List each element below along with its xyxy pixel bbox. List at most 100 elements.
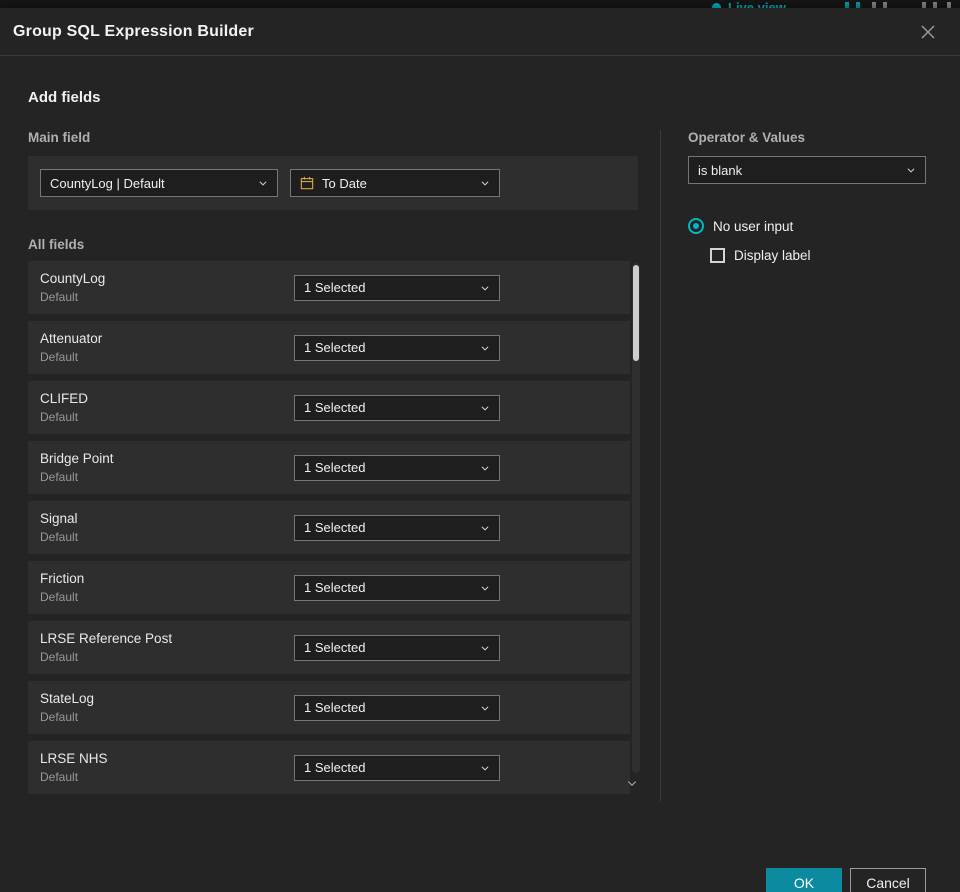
dialog-title: Group SQL Expression Builder	[13, 22, 254, 40]
field-name: Attenuator	[40, 331, 103, 346]
chevron-down-icon	[480, 463, 490, 473]
field-texts: Friction Default	[40, 571, 294, 604]
field-values-select-value: 1 Selected	[304, 580, 366, 595]
chevron-down-icon	[480, 343, 490, 353]
chevron-down-icon	[480, 283, 490, 293]
dialog-body: Add fields Main field CountyLog | Defaul…	[0, 89, 960, 892]
no-user-input-radio[interactable]: No user input	[688, 218, 926, 234]
field-name: Friction	[40, 571, 85, 586]
field-values-select-value: 1 Selected	[304, 280, 366, 295]
scrollbar[interactable]	[632, 263, 640, 773]
live-view-toggle[interactable]: Live view	[712, 0, 786, 8]
column-divider	[660, 130, 661, 801]
section-title: Add fields	[28, 89, 101, 106]
chevron-down-icon	[480, 763, 490, 773]
field-subtitle: Default	[40, 590, 79, 604]
chevron-down-icon	[258, 178, 268, 188]
field-values-select[interactable]: 1 Selected	[294, 694, 500, 721]
field-values-select[interactable]: 1 Selected	[294, 634, 500, 661]
field-row: LRSE Reference Post Default 1 Selected	[28, 621, 630, 674]
field-values-select-value: 1 Selected	[304, 460, 366, 475]
field-subtitle: Default	[40, 530, 79, 544]
field-subtitle: Default	[40, 290, 79, 304]
operator-select[interactable]: is blank	[688, 156, 926, 184]
date-field-select-value: To Date	[322, 175, 367, 191]
field-name: LRSE NHS	[40, 751, 108, 766]
screen: Live view Group SQL Expression Builder A…	[0, 0, 960, 892]
field-texts: StateLog Default	[40, 691, 294, 724]
dialog-header: Group SQL Expression Builder	[0, 8, 960, 56]
field-texts: LRSE Reference Post Default	[40, 631, 294, 664]
field-texts: LRSE NHS Default	[40, 751, 294, 784]
chevron-down-icon	[906, 165, 916, 175]
ok-button[interactable]: OK	[766, 868, 842, 892]
field-texts: Bridge Point Default	[40, 451, 294, 484]
operator-values-label: Operator & Values	[688, 130, 806, 145]
field-name: LRSE Reference Post	[40, 631, 173, 646]
field-name: Bridge Point	[40, 451, 114, 466]
field-values-select-value: 1 Selected	[304, 340, 366, 355]
field-values-select[interactable]: 1 Selected	[294, 334, 500, 361]
field-values-select-value: 1 Selected	[304, 700, 366, 715]
field-name: CLIFED	[40, 391, 89, 406]
no-user-input-label: No user input	[713, 218, 794, 234]
all-fields-label: All fields	[28, 237, 85, 252]
field-name: CountyLog	[40, 271, 106, 286]
field-subtitle: Default	[40, 650, 79, 664]
live-view-label: Live view	[728, 0, 786, 8]
field-values-select[interactable]: 1 Selected	[294, 574, 500, 601]
field-row: Signal Default 1 Selected	[28, 501, 630, 554]
chevron-down-icon	[480, 403, 490, 413]
field-row: Attenuator Default 1 Selected	[28, 321, 630, 374]
field-texts: Attenuator Default	[40, 331, 294, 364]
operator-select-value: is blank	[698, 162, 743, 178]
field-values-select[interactable]: 1 Selected	[294, 514, 500, 541]
chevron-down-icon	[480, 523, 490, 533]
scrollbar-thumb[interactable]	[633, 265, 639, 361]
field-values-select-value: 1 Selected	[304, 760, 366, 775]
scroll-down-icon[interactable]	[626, 777, 638, 789]
field-row: Bridge Point Default 1 Selected	[28, 441, 630, 494]
close-icon[interactable]	[916, 20, 940, 44]
field-name: Signal	[40, 511, 78, 526]
field-row: StateLog Default 1 Selected	[28, 681, 630, 734]
field-row: Friction Default 1 Selected	[28, 561, 630, 614]
date-field-select[interactable]: To Date	[290, 169, 500, 197]
display-label-checkbox[interactable]: Display label	[710, 248, 926, 263]
chevron-down-icon	[480, 583, 490, 593]
group-sql-expression-builder-dialog: Group SQL Expression Builder Add fields …	[0, 8, 960, 892]
chevron-down-icon	[480, 703, 490, 713]
fields-column: Main field CountyLog | Default To Date A…	[28, 130, 640, 801]
chevron-down-icon	[480, 643, 490, 653]
field-values-select[interactable]: 1 Selected	[294, 454, 500, 481]
background-toolbar: Live view	[0, 0, 960, 8]
field-values-select-value: 1 Selected	[304, 640, 366, 655]
field-subtitle: Default	[40, 470, 79, 484]
main-field-panel: CountyLog | Default To Date	[28, 156, 638, 210]
field-subtitle: Default	[40, 410, 79, 424]
field-row: LRSE NHS Default 1 Selected	[28, 741, 630, 794]
field-values-select[interactable]: 1 Selected	[294, 274, 500, 301]
main-field-select[interactable]: CountyLog | Default	[40, 169, 278, 197]
calendar-icon	[300, 176, 314, 190]
main-field-select-value: CountyLog | Default	[50, 175, 165, 191]
field-row: CLIFED Default 1 Selected	[28, 381, 630, 434]
field-values-select[interactable]: 1 Selected	[294, 394, 500, 421]
field-texts: CLIFED Default	[40, 391, 294, 424]
field-subtitle: Default	[40, 710, 79, 724]
main-field-label: Main field	[28, 130, 91, 145]
field-name: StateLog	[40, 691, 95, 706]
display-label-text: Display label	[734, 248, 811, 263]
all-fields-list: CountyLog Default 1 Selected Attenuator …	[28, 261, 640, 801]
field-values-select[interactable]: 1 Selected	[294, 754, 500, 781]
field-values-select-value: 1 Selected	[304, 520, 366, 535]
checkbox-unchecked-icon	[710, 248, 725, 263]
operator-column: Operator & Values is blank No user input	[688, 130, 926, 801]
radio-selected-icon	[688, 218, 704, 234]
field-values-select-value: 1 Selected	[304, 400, 366, 415]
field-texts: Signal Default	[40, 511, 294, 544]
field-subtitle: Default	[40, 350, 79, 364]
field-row: CountyLog Default 1 Selected	[28, 261, 630, 314]
dialog-footer: OK Cancel	[766, 868, 926, 892]
cancel-button[interactable]: Cancel	[850, 868, 926, 892]
